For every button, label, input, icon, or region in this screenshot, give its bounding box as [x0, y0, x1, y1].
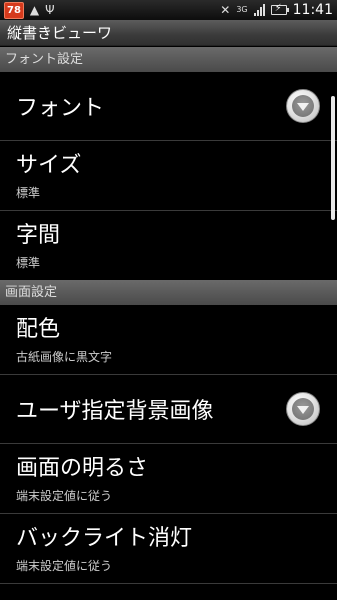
setting-size-summary: 標準	[16, 186, 41, 200]
settings-list[interactable]: フォント設定 フォント サイズ 標準 字間 標準 画面設定 配色 古紙画像に黒文…	[0, 47, 337, 600]
setting-user-background-image[interactable]: ユーザ指定背景画像	[0, 375, 337, 444]
setting-size[interactable]: サイズ 標準	[0, 141, 337, 211]
dropdown-arrow-icon[interactable]	[286, 89, 320, 123]
setting-backlight-off-label: バックライト消灯	[16, 526, 193, 551]
setting-color-scheme-label: 配色	[16, 317, 61, 342]
section-header-screen-settings: 画面設定	[0, 280, 337, 305]
signal-icon	[253, 4, 265, 16]
setting-spacing-label: 字間	[16, 223, 61, 248]
battery-charging-icon: ⚡	[270, 3, 289, 15]
app-title: 縦書きビューワ	[7, 24, 113, 42]
scrollbar[interactable]	[331, 96, 335, 220]
setting-font-label: フォント	[16, 96, 105, 121]
setting-font[interactable]: フォント	[0, 72, 337, 141]
notification-count-badge[interactable]: 78	[4, 1, 24, 19]
setting-screen-brightness-label: 画面の明るさ	[16, 456, 149, 481]
setting-backlight-off[interactable]: バックライト消灯 端末設定値に従う	[0, 514, 337, 584]
mute-icon: ✕	[220, 3, 231, 17]
status-bar: 78 ▲ Ψ ✕ 3G ⚡ 11:41	[0, 0, 337, 20]
setting-spacing[interactable]: 字間 標準	[0, 211, 337, 280]
status-bar-left: 78 ▲ Ψ	[4, 1, 55, 19]
setting-spacing-summary: 標準	[16, 256, 41, 270]
usb-icon[interactable]: Ψ	[45, 3, 54, 17]
status-bar-right: ✕ 3G ⚡ 11:41	[220, 2, 333, 18]
setting-backlight-off-summary: 端末設定値に従う	[16, 559, 113, 573]
setting-color-scheme-summary: 古紙画像に黒文字	[16, 350, 113, 364]
warning-icon[interactable]: ▲	[30, 3, 39, 17]
section-header-font-settings: フォント設定	[0, 47, 337, 72]
network-type: 3G	[236, 5, 248, 14]
setting-screen-brightness[interactable]: 画面の明るさ 端末設定値に従う	[0, 444, 337, 514]
setting-size-label: サイズ	[16, 153, 82, 178]
setting-screen-brightness-summary: 端末設定値に従う	[16, 489, 113, 503]
setting-color-scheme[interactable]: 配色 古紙画像に黒文字	[0, 305, 337, 375]
app-title-bar: 縦書きビューワ	[0, 20, 337, 46]
setting-user-background-image-label: ユーザ指定背景画像	[16, 399, 214, 424]
status-time: 11:41	[292, 2, 333, 18]
dropdown-arrow-icon[interactable]	[286, 392, 320, 426]
